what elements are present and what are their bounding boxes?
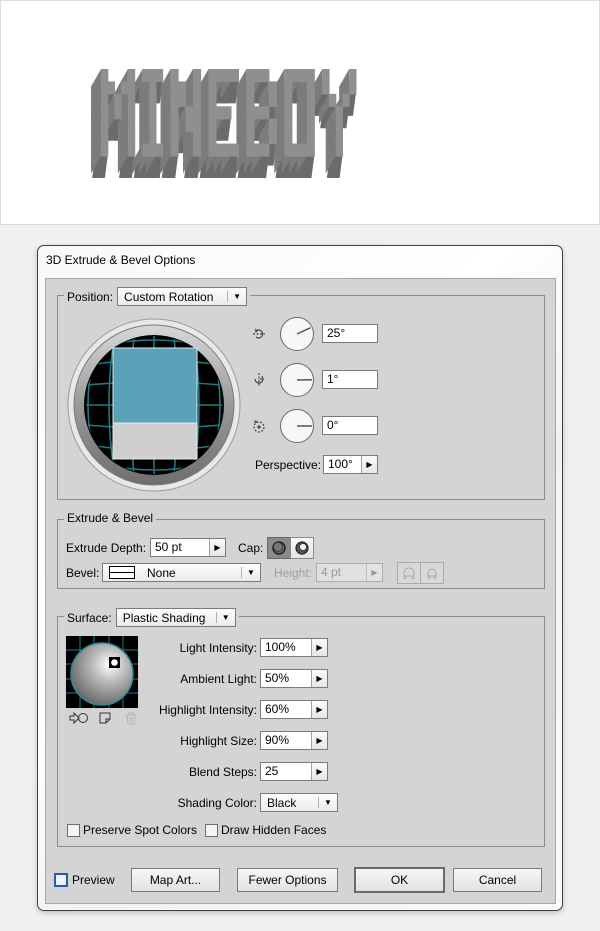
dialog-title: 3D Extrude & Bevel Options: [46, 253, 196, 267]
highlight-intensity-value[interactable]: 60%: [261, 701, 311, 718]
rotation-trackball[interactable]: [66, 317, 242, 493]
light-intensity-value[interactable]: 100%: [261, 639, 311, 656]
draw-hidden-faces-label[interactable]: Draw Hidden Faces: [221, 823, 326, 837]
cap-on-button[interactable]: [267, 537, 291, 559]
lighting-sphere-preview[interactable]: [66, 636, 138, 708]
dialog-body: Position: Custom Rotation ▼ 25° 1° 0° Pe…: [45, 278, 556, 904]
artwork-canvas: MINEBOY: [0, 0, 600, 225]
ok-button[interactable]: OK: [354, 867, 445, 893]
bevel-height-value[interactable]: 4 pt: [317, 564, 366, 581]
chevron-down-icon: ▼: [233, 292, 241, 301]
position-dropdown[interactable]: Custom Rotation ▼: [117, 287, 248, 306]
bevel-dropdown-value: None: [147, 565, 176, 580]
chevron-down-icon: ▼: [247, 568, 255, 577]
bevel-height-arrow-icon[interactable]: ▶: [366, 564, 382, 581]
blend-steps-arrow-icon[interactable]: ▶: [311, 763, 327, 780]
extrude-depth-label: Extrude Depth:: [66, 541, 147, 555]
highlight-intensity-label: Highlight Intensity:: [158, 703, 257, 717]
highlight-size-value[interactable]: 90%: [261, 732, 311, 749]
z-axis-dial-needle: [297, 425, 312, 427]
shading-color-label: Shading Color:: [177, 796, 257, 810]
y-axis-rotation-input[interactable]: 1°: [322, 370, 378, 389]
new-light-icon[interactable]: [99, 712, 111, 727]
position-label: Position:: [67, 289, 114, 304]
surface-label: Surface:: [67, 610, 112, 625]
ambient-light-value[interactable]: 50%: [261, 670, 311, 687]
blend-steps-stepper[interactable]: 25 ▶: [260, 762, 328, 781]
bevel-height-label: Height:: [274, 566, 313, 580]
x-axis-dial[interactable]: [280, 317, 314, 351]
chevron-down-icon: ▼: [324, 798, 332, 807]
chevron-down-icon: ▼: [221, 613, 230, 622]
draw-hidden-faces-checkbox[interactable]: [205, 824, 218, 837]
highlight-intensity-stepper[interactable]: 60% ▶: [260, 700, 328, 719]
preserve-spot-colors-checkbox[interactable]: [67, 824, 80, 837]
bevel-extent-out-button[interactable]: [397, 562, 421, 584]
extrude-depth-value[interactable]: 50 pt: [151, 539, 209, 556]
extrude-bevel-group: Extrude & Bevel Extrude Depth: 50 pt ▶ C…: [57, 511, 545, 589]
cancel-button[interactable]: Cancel: [453, 868, 542, 892]
blend-steps-label: Blend Steps:: [188, 765, 257, 779]
cube-bottom-face: [112, 422, 198, 460]
extrude-bevel-legend: Extrude & Bevel: [67, 511, 154, 525]
rotate-z-axis-icon: [250, 417, 268, 435]
cube-front-face: [112, 347, 198, 424]
delete-light-icon[interactable]: [125, 712, 137, 728]
surface-group: Surface: Plastic Shading ▼ Light Intensi…: [57, 608, 545, 847]
preview-label[interactable]: Preview: [72, 873, 115, 887]
y-axis-dial-needle: [296, 378, 313, 381]
perspective-label: Perspective:: [255, 458, 322, 472]
highlight-size-label: Highlight Size:: [180, 734, 257, 748]
z-axis-dial[interactable]: [280, 409, 314, 443]
bevel-label: Bevel:: [66, 566, 100, 580]
surface-dropdown-value: Plastic Shading: [122, 610, 206, 625]
bevel-preview-icon: [109, 566, 135, 579]
light-intensity-label: Light Intensity:: [179, 641, 257, 655]
position-dropdown-value: Custom Rotation: [124, 289, 214, 304]
x-axis-rotation-input[interactable]: 25°: [322, 324, 378, 343]
map-art-button[interactable]: Map Art...: [131, 868, 220, 892]
bevel-extent-in-button[interactable]: [420, 562, 444, 584]
bevel-extent-in-icon: [427, 568, 437, 580]
extrude-depth-arrow-icon[interactable]: ▶: [209, 539, 225, 556]
y-axis-dial[interactable]: [280, 363, 314, 397]
extrude-bevel-dialog: 3D Extrude & Bevel Options Position: Cus…: [37, 245, 563, 911]
bevel-extent-out-icon: [402, 567, 416, 580]
position-group: Position: Custom Rotation ▼ 25° 1° 0° Pe…: [57, 287, 545, 500]
highlight-intensity-arrow-icon[interactable]: ▶: [311, 701, 327, 718]
shading-color-value: Black: [267, 795, 297, 810]
cap-on-icon: [272, 541, 286, 555]
highlight-size-stepper[interactable]: 90% ▶: [260, 731, 328, 750]
ambient-light-label: Ambient Light:: [180, 672, 257, 686]
dial-needle: [296, 326, 311, 335]
cap-label: Cap:: [238, 541, 264, 555]
fewer-options-button[interactable]: Fewer Options: [237, 868, 338, 892]
blend-steps-value[interactable]: 25: [261, 763, 311, 780]
shading-color-dropdown[interactable]: Black ▼: [260, 793, 338, 812]
z-axis-rotation-input[interactable]: 0°: [322, 416, 378, 435]
mineboy-3d-text: [91, 69, 357, 178]
rotate-x-axis-icon: [250, 325, 268, 343]
perspective-slider-arrow-icon[interactable]: ▶: [361, 456, 377, 473]
cap-off-button[interactable]: [290, 537, 314, 559]
move-light-back-icon[interactable]: [69, 711, 89, 727]
highlight-size-arrow-icon[interactable]: ▶: [311, 732, 327, 749]
surface-dropdown[interactable]: Plastic Shading ▼: [115, 608, 236, 627]
cap-off-icon: [295, 541, 309, 555]
light-intensity-stepper[interactable]: 100% ▶: [260, 638, 328, 657]
bevel-height-stepper[interactable]: 4 pt ▶: [316, 563, 383, 582]
preserve-spot-colors-label[interactable]: Preserve Spot Colors: [83, 823, 197, 837]
ambient-light-stepper[interactable]: 50% ▶: [260, 669, 328, 688]
extrude-depth-stepper[interactable]: 50 pt ▶: [150, 538, 226, 557]
bevel-dropdown[interactable]: None ▼: [102, 563, 261, 582]
perspective-stepper[interactable]: 100° ▶: [323, 455, 378, 474]
ambient-light-arrow-icon[interactable]: ▶: [311, 670, 327, 687]
preview-checkbox[interactable]: [54, 873, 68, 887]
rotate-y-axis-icon: [250, 371, 268, 389]
light-intensity-arrow-icon[interactable]: ▶: [311, 639, 327, 656]
perspective-value[interactable]: 100°: [324, 456, 361, 473]
x-axis-dial-needle: [296, 326, 311, 335]
